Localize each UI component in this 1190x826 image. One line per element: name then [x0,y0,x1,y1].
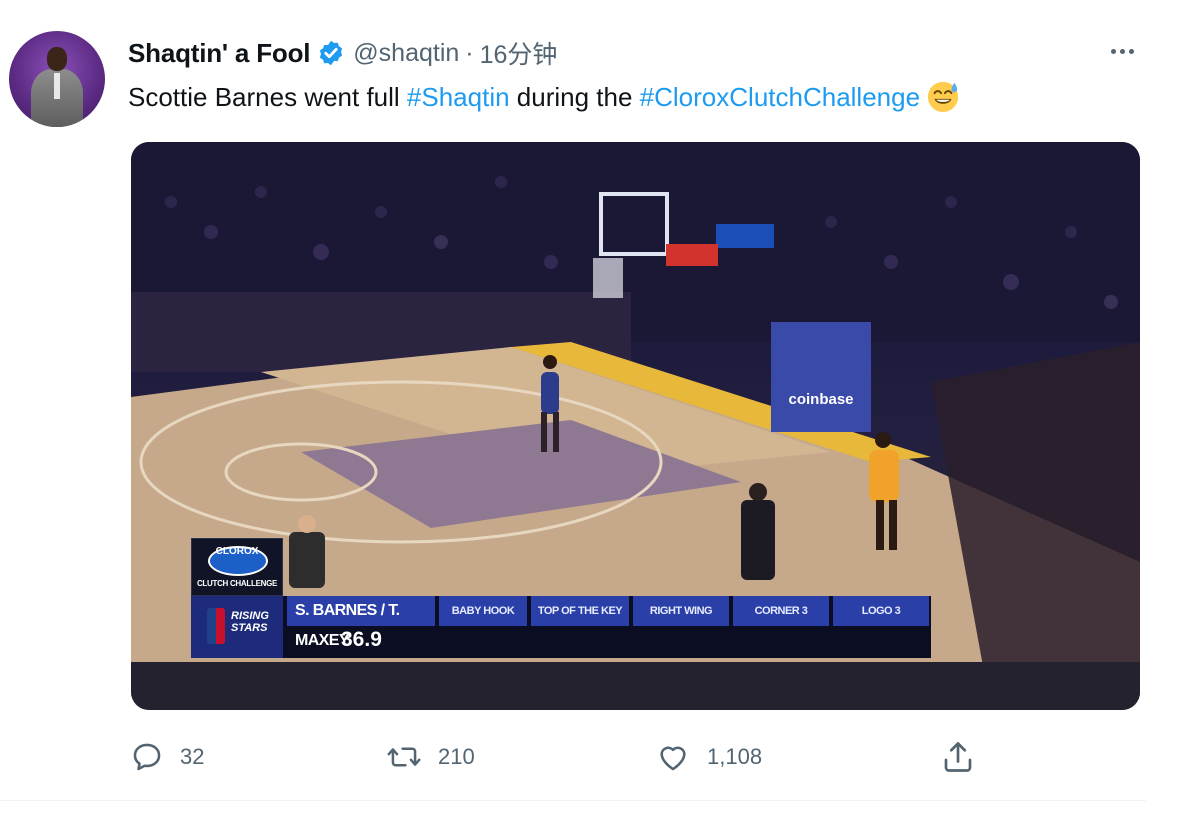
nba-logo-icon [207,608,225,644]
clorox-text: CLOROX [215,546,259,557]
rising-stars-badge: RISING STARS [191,596,283,658]
like-button[interactable]: 1,108 [655,737,762,777]
more-dot [1110,48,1116,54]
sweat-smile-emoji-icon [927,81,959,113]
shot-clock: 36.9 [341,628,382,651]
hashtag-link[interactable]: #Shaqtin [407,82,510,112]
net [593,258,623,298]
retweet-button[interactable]: 210 [386,737,475,777]
rising-stars-text: RISING STARS [231,610,269,634]
clutch-challenge-caption: CLUTCH CHALLENGE [196,579,278,588]
scoreboard-bar: RISING STARS S. BARNES / T. MAXEY BABY H… [191,596,931,658]
share-button[interactable] [940,737,976,777]
clorox-logo: CLOROX CLUTCH CHALLENGE [191,538,283,596]
station-tab: RIGHT WING [633,596,729,626]
reply-count: 32 [180,744,205,769]
verified-badge-icon [320,40,343,66]
avatar-head [47,47,67,71]
more-options-icon[interactable] [1100,40,1144,62]
retweet-count: 210 [438,744,475,769]
retweet-icon [387,747,421,767]
display-name[interactable]: Shaqtin' a Fool [128,38,310,69]
station-tab: BABY HOOK [439,596,527,626]
author-handle[interactable]: @shaqtin [353,39,459,68]
heart-icon [660,746,686,771]
scoreboard-overlay: CLOROX CLUTCH CHALLENGE RISING STARS S. … [191,538,931,662]
hashtag-link[interactable]: #CloroxClutchChallenge [640,82,920,112]
share-icon [944,742,972,772]
avatar-tie [54,73,60,99]
station-tab: LOGO 3 [833,596,929,626]
more-dot [1128,48,1134,54]
header-separator: · [465,38,474,67]
tweet-timestamp[interactable]: 16分钟 [480,35,558,71]
player-names: S. BARNES / T. MAXEY [287,596,435,649]
more-dot [1119,48,1125,54]
tweet-header: Shaqtin' a Fool @shaqtin · 16分钟 [128,36,557,70]
station-tab: CORNER 3 [733,596,829,626]
divider [0,800,1146,801]
avatar[interactable] [9,31,105,127]
arena-sign-text: coinbase [788,391,853,408]
station-tab: TOP OF THE KEY [531,596,629,626]
crowd-front [131,662,1140,710]
tweet-card: Shaqtin' a Fool @shaqtin · 16分钟 Scottie … [0,0,1190,826]
tweet-text-part: during the [509,82,640,112]
stanchion-pad [771,322,871,432]
tweet-text: Scottie Barnes went full #Shaqtin during… [128,78,960,116]
arena-led-sign [716,224,774,248]
tweet-text-part: Scottie Barnes went full [128,82,407,112]
like-count: 1,108 [707,744,763,769]
reply-icon [133,743,161,771]
tweet-media-video[interactable]: coinbase CLOROX CLUTCH CHALLENGE RISING … [131,142,1140,710]
reply-button[interactable]: 32 [130,737,204,777]
arena-red-sign [666,244,718,266]
